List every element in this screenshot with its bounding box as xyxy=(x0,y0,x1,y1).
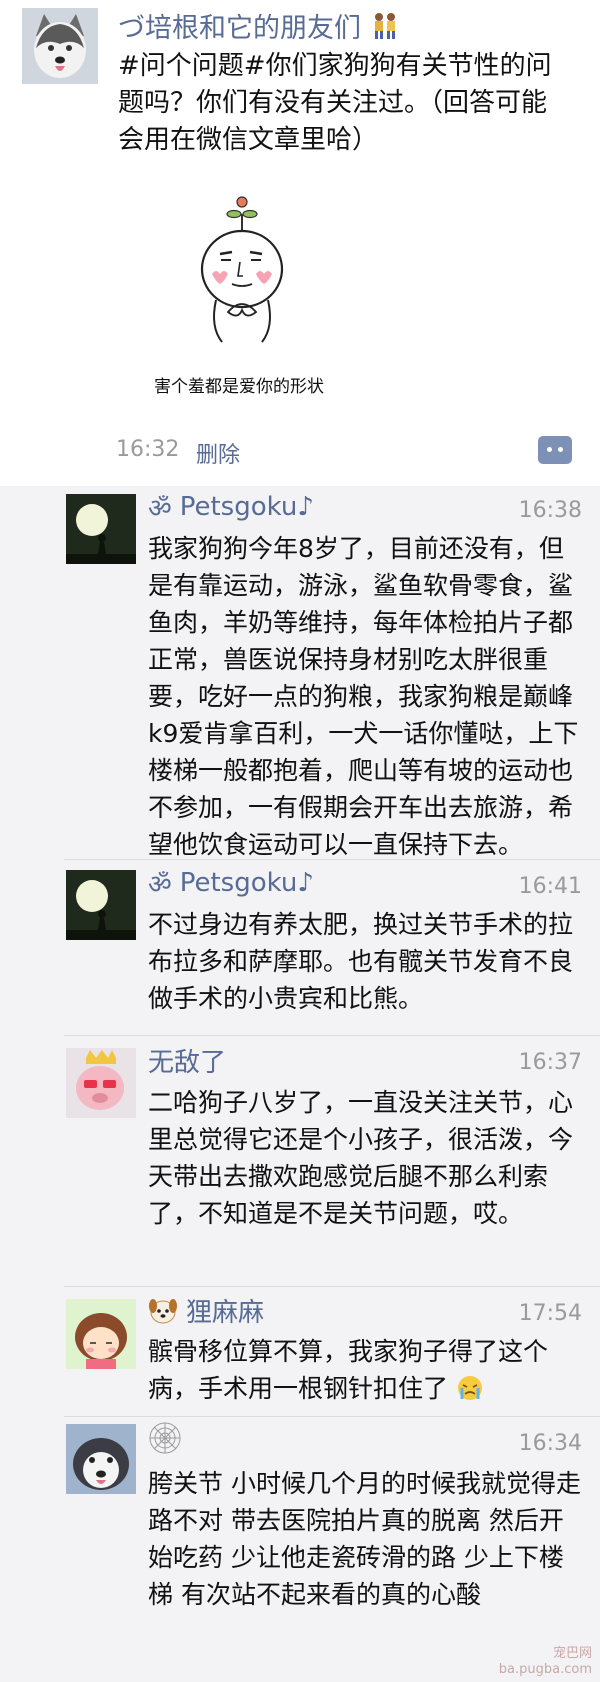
comment-text-content: 髌骨移位算不算，我家狗子得了这个病，手术用一根钢针扣住了 xyxy=(148,1337,549,1403)
delete-link[interactable]: 删除 xyxy=(196,437,240,469)
husky-avatar-icon xyxy=(22,8,98,84)
comment-item: 狸麻麻 17:54 髌骨移位算不算，我家狗子得了这个病，手术用一根钢针扣住了 xyxy=(0,1289,600,1414)
comment-item: 无敌了 16:37 二哈狗子八岁了，一直没关注关节，心里总觉得它还是个小孩子，很… xyxy=(0,1038,600,1283)
om-symbol-icon: ॐ xyxy=(148,870,172,900)
comment-divider xyxy=(64,1035,600,1036)
commenter-avatar[interactable] xyxy=(66,1299,136,1369)
watermark: 宠巴网 ba.pugba.com xyxy=(499,1646,592,1678)
comment-divider xyxy=(64,1286,600,1287)
comment-text: 二哈狗子八岁了，一直没关注关节，心里总觉得它还是个小孩子，很活泼，今天带出去撒欢… xyxy=(148,1088,574,1228)
commenter-name[interactable]: 无敌了 xyxy=(148,1042,226,1079)
shy-face-meme-icon xyxy=(200,196,284,343)
post-time: 16:32 xyxy=(116,437,180,462)
comment-item: 16:34 胯关节 小时候几个月的时候我就觉得走路不对 带去医院拍片真的脱离 然… xyxy=(0,1419,600,1682)
commenter-avatar[interactable] xyxy=(66,1424,136,1494)
post-image[interactable]: 害个羞都是爱你的形状 xyxy=(150,192,400,428)
commenter-avatar[interactable] xyxy=(66,870,136,940)
commenter-avatar[interactable] xyxy=(66,1048,136,1118)
comment-divider xyxy=(64,1416,600,1417)
meme-caption: 害个羞都是爱你的形状 xyxy=(154,377,324,397)
comment-divider xyxy=(64,859,600,860)
moon-silhouette-avatar-icon xyxy=(66,494,136,564)
comment-text: 胯关节 小时候几个月的时候我就觉得走路不对 带去医院拍片真的脱离 然后开始吃药 … xyxy=(148,1469,581,1609)
comment-item: ॐ Petsgoku♪ 16:38 我家狗狗今年8岁了，目前还没有，但是有靠运动… xyxy=(0,486,600,859)
commenter-name[interactable]: 狸麻麻 xyxy=(148,1292,264,1329)
commenter-name[interactable]: ॐ Petsgoku♪ xyxy=(148,865,314,901)
commenter-name-text: Petsgoku♪ xyxy=(179,868,314,898)
comment-time: 16:41 xyxy=(518,874,582,899)
comment-time: 17:54 xyxy=(518,1301,582,1326)
commenter-avatar[interactable] xyxy=(66,494,136,564)
comment-text: 髌骨移位算不算，我家狗子得了这个病，手术用一根钢针扣住了 xyxy=(148,1333,583,1407)
post-author-avatar[interactable] xyxy=(22,8,98,84)
commenter-name-text: Petsgoku♪ xyxy=(179,492,314,522)
malamute-avatar-icon xyxy=(66,1424,136,1494)
comments-section: ॐ Petsgoku♪ 16:38 我家狗狗今年8岁了，目前还没有，但是有靠运动… xyxy=(0,486,600,1682)
comment-text: 我家狗狗今年8岁了，目前还没有，但是有靠运动，游泳，鲨鱼软骨零食，鲨鱼肉，羊奶等… xyxy=(148,534,579,859)
cartoon-girl-avatar-icon xyxy=(66,1299,136,1369)
comment-text: 不过身边有养太肥，换过关节手术的拉布拉多和萨摩耶。也有髋关节发育不良做手术的小贵… xyxy=(148,910,574,1013)
post-author-name[interactable]: づ培根和它的朋友们 xyxy=(118,6,400,45)
couple-emoji-icon xyxy=(374,13,395,39)
dog-emoji-icon xyxy=(149,1298,177,1323)
comment-time: 16:34 xyxy=(518,1431,582,1456)
crying-emoji-icon xyxy=(457,1376,482,1400)
moment-post: づ培根和它的朋友们 #问个问题#你们家狗狗有关节性的问题吗？你们有没有关注过。（… xyxy=(0,0,600,486)
comment-time: 16:37 xyxy=(518,1050,582,1075)
commenter-name[interactable]: ॐ Petsgoku♪ xyxy=(148,489,314,525)
pig-crown-avatar-icon xyxy=(66,1048,136,1118)
author-name-text: づ培根和它的朋友们 xyxy=(118,13,361,44)
om-symbol-icon: ॐ xyxy=(148,494,172,524)
watermark-line2: ba.pugba.com xyxy=(498,1662,592,1677)
comment-item: ॐ Petsgoku♪ 16:41 不过身边有养太肥，换过关节手术的拉布拉多和萨… xyxy=(0,862,600,1032)
commenter-name-text: 狸麻麻 xyxy=(186,1298,265,1328)
spider-web-icon xyxy=(149,1422,181,1454)
moon-silhouette-avatar-icon xyxy=(66,870,136,940)
commenter-name[interactable] xyxy=(148,1421,182,1455)
post-text: #问个问题#你们家狗狗有关节性的问题吗？你们有没有关注过。（回答可能会用在微信文… xyxy=(118,51,552,155)
comment-time: 16:38 xyxy=(518,498,582,523)
comment-icon[interactable] xyxy=(538,436,572,464)
watermark-line1: 宠巴网 xyxy=(552,1646,592,1661)
